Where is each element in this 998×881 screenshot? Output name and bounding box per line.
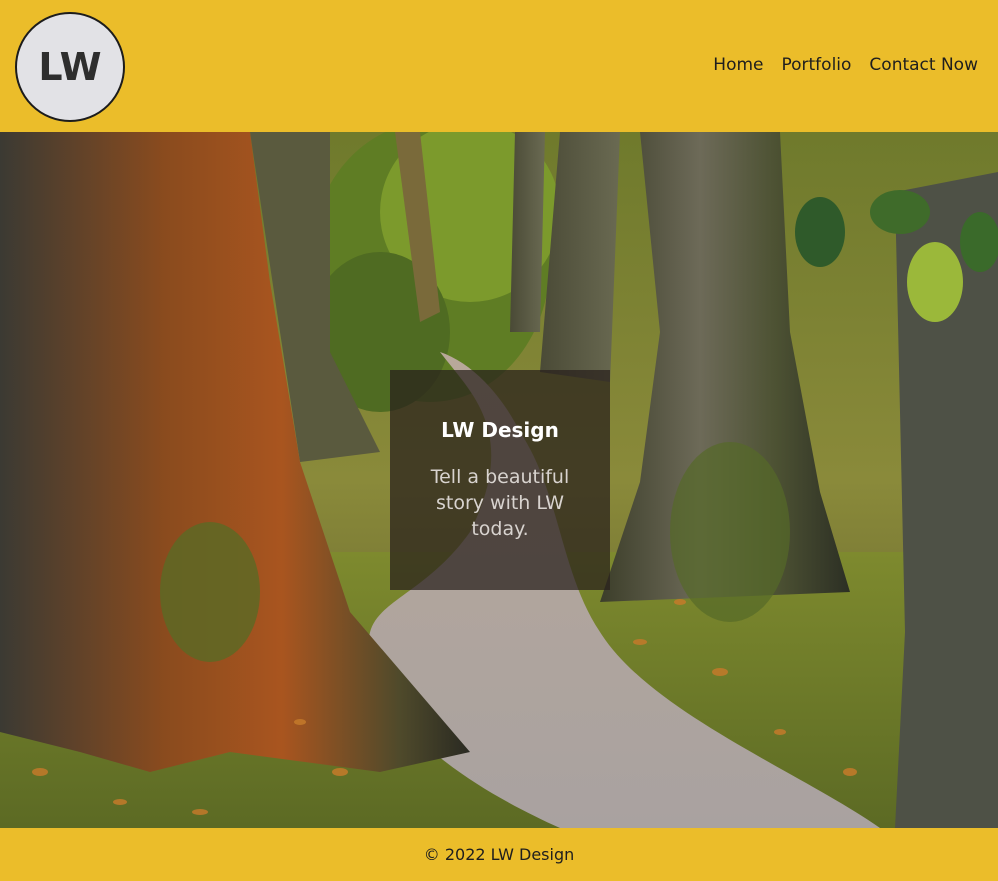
nav-contact-link[interactable]: Contact Now bbox=[869, 55, 978, 75]
logo-text: LW bbox=[38, 45, 102, 89]
site-footer: © 2022 LW Design bbox=[0, 828, 998, 881]
main-nav: Home Portfolio Contact Now bbox=[713, 55, 978, 75]
hero-overlay-card: LW Design Tell a beautiful story with LW… bbox=[390, 370, 610, 590]
site-header: LW Home Portfolio Contact Now bbox=[0, 0, 998, 132]
footer-copyright: © 2022 LW Design bbox=[423, 845, 575, 864]
nav-home-link[interactable]: Home bbox=[713, 55, 763, 75]
hero-tagline: Tell a beautiful story with LW today. bbox=[430, 466, 570, 540]
hero-section: LW Design Tell a beautiful story with LW… bbox=[0, 132, 998, 828]
page: LW Home Portfolio Contact Now LW Design … bbox=[0, 0, 998, 881]
logo[interactable]: LW bbox=[15, 12, 125, 122]
nav-portfolio-link[interactable]: Portfolio bbox=[781, 55, 851, 75]
hero-title: LW Design bbox=[441, 418, 559, 442]
